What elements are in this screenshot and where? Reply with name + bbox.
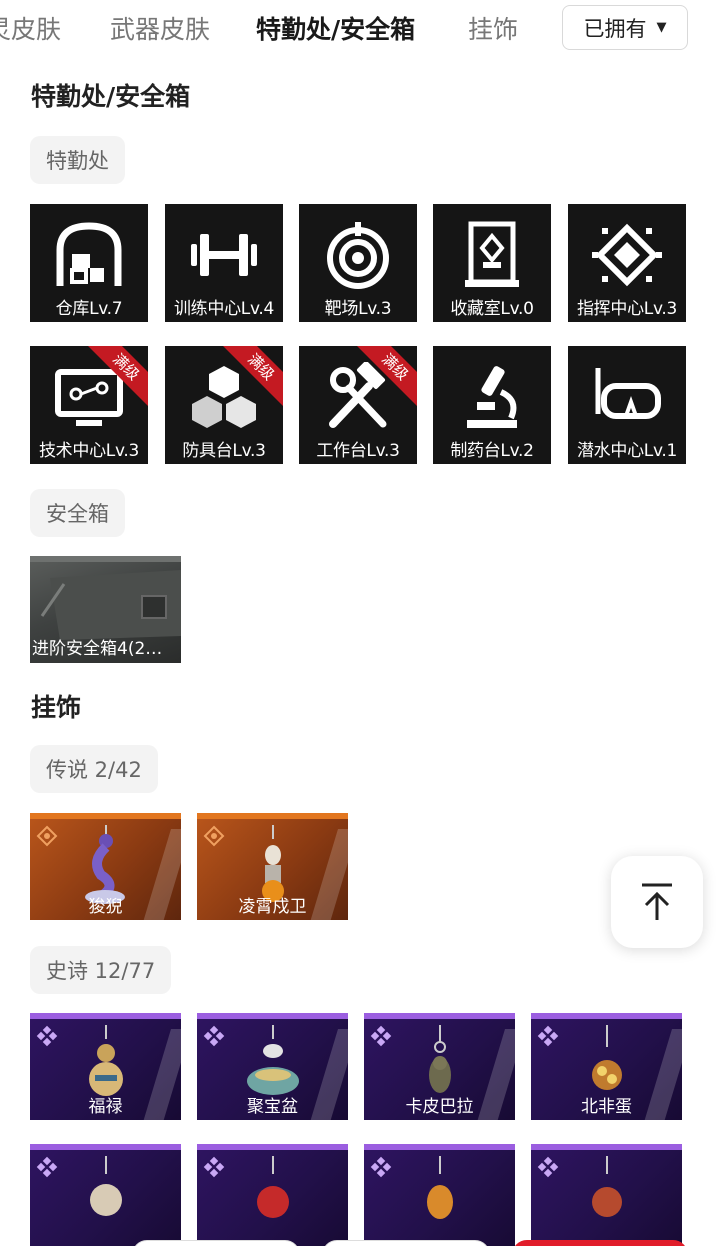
- facility-tile-tech[interactable]: 满级 技术中心Lv.3: [30, 346, 148, 464]
- tab-charms[interactable]: 挂饰: [468, 10, 518, 46]
- chip-agency: 特勤处: [30, 136, 125, 184]
- facility-tile-range[interactable]: 靶场Lv.3: [299, 204, 417, 322]
- facility-label: 靶场Lv.3: [324, 299, 392, 319]
- safe-box-label: 进阶安全箱4(2…: [32, 639, 163, 659]
- safe-box-card[interactable]: 进阶安全箱4(2…: [30, 556, 181, 663]
- charm-card-legend[interactable]: 狻猊: [30, 813, 181, 920]
- target-icon: [327, 222, 389, 289]
- charm-card-epic[interactable]: 卡皮巴拉: [364, 1013, 515, 1120]
- charm-label: 聚宝盆: [247, 1097, 298, 1117]
- facility-tile-workbench[interactable]: 满级 工作台Lv.3: [299, 346, 417, 464]
- facility-label: 潜水中心Lv.1: [576, 441, 678, 461]
- chip-epic: 史诗 12/77: [30, 946, 172, 994]
- category-tab-bar: 灵皮肤 武器皮肤 特勤处/安全箱 挂饰 已拥有 ▼: [0, 0, 720, 52]
- charm-card-epic[interactable]: [197, 1144, 348, 1246]
- rarity-badge-icon: [36, 825, 58, 847]
- facility-label: 仓库Lv.7: [55, 299, 123, 319]
- diving-mask-icon: [595, 368, 661, 419]
- chip-safe-box: 安全箱: [30, 489, 125, 537]
- rarity-badge-icon: [36, 1025, 58, 1047]
- charm-label: 福禄: [88, 1097, 123, 1117]
- rarity-badge-icon: [370, 1156, 392, 1178]
- bottom-action-button[interactable]: [322, 1240, 490, 1246]
- owned-filter-dropdown[interactable]: 已拥有 ▼: [562, 5, 688, 50]
- facility-label: 训练中心Lv.4: [173, 299, 275, 319]
- charm-card-epic[interactable]: [30, 1144, 181, 1246]
- microscope-icon: [467, 366, 517, 428]
- charm-card-epic[interactable]: 福禄: [30, 1013, 181, 1120]
- charm-label: 北非蛋: [581, 1097, 632, 1117]
- chip-icon: [592, 223, 662, 287]
- facility-label: 收藏室Lv.0: [450, 299, 534, 319]
- monitor-icon: [55, 369, 123, 426]
- rarity-badge-icon: [203, 1156, 225, 1178]
- charm-image: [90, 1156, 122, 1216]
- bottom-action-button[interactable]: [132, 1240, 300, 1246]
- cubes-icon: [192, 366, 256, 428]
- rarity-badge-icon: [203, 1025, 225, 1047]
- facility-tile-pharmacy[interactable]: 制药台Lv.2: [433, 346, 551, 464]
- rarity-badge-icon: [36, 1156, 58, 1178]
- facility-tile-warehouse[interactable]: 仓库Lv.7: [30, 204, 148, 322]
- charm-label: 凌霄戍卫: [238, 897, 307, 917]
- facility-label: 制药台Lv.2: [450, 441, 534, 461]
- facility-label: 技术中心Lv.3: [38, 441, 140, 461]
- facility-label: 指挥中心Lv.3: [576, 299, 678, 319]
- facility-tile-diving[interactable]: 潜水中心Lv.1: [568, 346, 686, 464]
- hammer-wrench-icon: [329, 362, 387, 428]
- section-title-charms: 挂饰: [31, 693, 82, 722]
- facility-label: 工作台Lv.3: [316, 441, 400, 461]
- charm-label: 狻猊: [88, 897, 123, 917]
- tab-character-skin[interactable]: 灵皮肤: [0, 10, 61, 46]
- charm-card-legend[interactable]: 凌霄戍卫: [197, 813, 348, 920]
- charm-card-epic[interactable]: 北非蛋: [531, 1013, 682, 1120]
- charm-card-epic[interactable]: 聚宝盆: [197, 1013, 348, 1120]
- charm-card-epic[interactable]: [364, 1144, 515, 1246]
- rarity-badge-icon: [203, 825, 225, 847]
- caret-down-icon: ▼: [656, 20, 667, 35]
- charm-image: [592, 1156, 622, 1217]
- section-title-agency: 特勤处/安全箱: [31, 82, 191, 111]
- charm-image: [427, 1156, 453, 1219]
- facility-tile-training[interactable]: 训练中心Lv.4: [165, 204, 283, 322]
- facility-tile-command[interactable]: 指挥中心Lv.3: [568, 204, 686, 322]
- charm-card-epic[interactable]: [531, 1144, 682, 1246]
- facility-tile-collection[interactable]: 收藏室Lv.0: [433, 204, 551, 322]
- charm-image: [257, 1156, 289, 1218]
- facility-tile-armor[interactable]: 满级 防具台Lv.3: [165, 346, 283, 464]
- rarity-badge-icon: [537, 1156, 559, 1178]
- owned-filter-label: 已拥有: [583, 16, 647, 41]
- back-to-top-button[interactable]: [611, 856, 703, 948]
- dumbbell-icon: [191, 234, 257, 276]
- tab-agency-safe[interactable]: 特勤处/安全箱: [256, 10, 415, 46]
- tab-weapon-skin[interactable]: 武器皮肤: [110, 10, 210, 46]
- rarity-badge-icon: [537, 1025, 559, 1047]
- warehouse-icon: [56, 222, 122, 286]
- arrow-up-icon: [642, 883, 672, 920]
- rarity-badge-icon: [370, 1025, 392, 1047]
- display-case-icon: [465, 221, 519, 287]
- chip-legend: 传说 2/42: [30, 745, 158, 793]
- charm-label: 卡皮巴拉: [405, 1097, 474, 1117]
- primary-action-button[interactable]: [512, 1240, 688, 1246]
- facility-label: 防具台Lv.3: [182, 441, 266, 461]
